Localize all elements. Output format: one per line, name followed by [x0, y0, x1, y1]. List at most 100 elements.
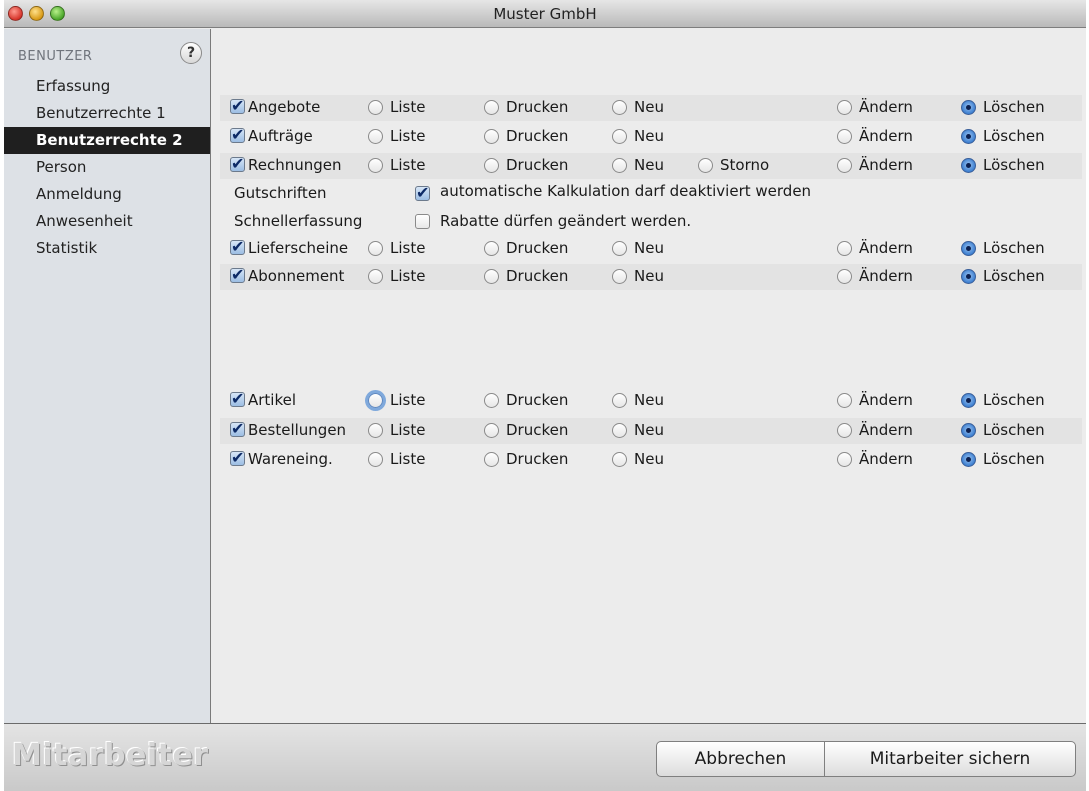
sidebar-item-person[interactable]: Person — [4, 154, 210, 181]
radio-liste[interactable] — [368, 393, 383, 408]
radio-liste-label: Liste — [390, 421, 426, 439]
radio-loeschen[interactable] — [961, 452, 976, 467]
permission-row-label: Lieferscheine — [248, 239, 349, 257]
radio-loeschen[interactable] — [961, 100, 976, 115]
help-button[interactable]: ? — [180, 42, 202, 64]
radio-drucken-label: Drucken — [506, 156, 569, 174]
permission-row-checkbox[interactable] — [230, 237, 245, 256]
radio-neu[interactable] — [612, 158, 627, 173]
bottom-bar: Mitarbeiter Abbrechen Mitarbeiter sicher… — [4, 723, 1086, 791]
radio-loeschen[interactable] — [961, 158, 976, 173]
window-title: Muster GmbH — [493, 4, 597, 23]
radio-aendern-label: Ändern — [859, 421, 913, 439]
radio-aendern-label: Ändern — [859, 156, 913, 174]
permission-row-checkbox[interactable] — [230, 125, 245, 144]
sidebar-item-anmeldung[interactable]: Anmeldung — [4, 181, 210, 208]
radio-loeschen[interactable] — [961, 269, 976, 284]
radio-liste[interactable] — [368, 158, 383, 173]
radio-loeschen-label: Löschen — [983, 450, 1045, 468]
radio-neu[interactable] — [612, 100, 627, 115]
radio-liste[interactable] — [368, 452, 383, 467]
gutschriften-label: Gutschriften — [234, 184, 327, 202]
rabatte-checkbox[interactable] — [415, 214, 430, 229]
radio-neu-label: Neu — [634, 267, 664, 285]
radio-loeschen-label: Löschen — [983, 156, 1045, 174]
permission-row-checkbox[interactable] — [230, 389, 245, 408]
radio-loeschen-label: Löschen — [983, 391, 1045, 409]
permission-row-checkbox[interactable] — [230, 154, 245, 173]
radio-loeschen-label: Löschen — [983, 98, 1045, 116]
radio-aendern-label: Ändern — [859, 391, 913, 409]
sidebar-item-benutzerrechte-2[interactable]: Benutzerrechte 2 — [4, 127, 210, 154]
radio-neu[interactable] — [612, 423, 627, 438]
radio-drucken-label: Drucken — [506, 239, 569, 257]
radio-loeschen[interactable] — [961, 423, 976, 438]
permission-row: Angebote Liste Drucken Neu Ändern Löschen — [220, 95, 1082, 121]
radio-aendern[interactable] — [837, 452, 852, 467]
radio-aendern[interactable] — [837, 269, 852, 284]
radio-drucken[interactable] — [484, 129, 499, 144]
sidebar-item-erfassung[interactable]: Erfassung — [4, 73, 210, 100]
radio-neu-label: Neu — [634, 450, 664, 468]
radio-neu[interactable] — [612, 393, 627, 408]
sidebar: BENUTZER ? Erfassung Benutzerrechte 1 Be… — [4, 29, 211, 723]
radio-neu[interactable] — [612, 269, 627, 284]
radio-loeschen[interactable] — [961, 129, 976, 144]
radio-drucken-label: Drucken — [506, 98, 569, 116]
permission-row: Artikel Liste Drucken Neu Ändern Löschen — [220, 388, 1082, 414]
permission-row-checkbox[interactable] — [230, 265, 245, 284]
radio-neu[interactable] — [612, 129, 627, 144]
permission-row-checkbox[interactable] — [230, 419, 245, 438]
radio-neu[interactable] — [612, 452, 627, 467]
permission-row: Rechnungen Liste Drucken Neu Storno Ändern Lös… — [220, 153, 1082, 179]
radio-loeschen[interactable] — [961, 241, 976, 256]
radio-liste[interactable] — [368, 269, 383, 284]
radio-loeschen[interactable] — [961, 393, 976, 408]
sidebar-item-benutzerrechte-1[interactable]: Benutzerrechte 1 — [4, 100, 210, 127]
radio-drucken[interactable] — [484, 269, 499, 284]
radio-liste-label: Liste — [390, 239, 426, 257]
sidebar-item-anwesenheit[interactable]: Anwesenheit — [4, 208, 210, 235]
radio-aendern[interactable] — [837, 100, 852, 115]
radio-aendern-label: Ändern — [859, 239, 913, 257]
radio-drucken[interactable] — [484, 241, 499, 256]
schnellerfassung-label: Schnellerfassung — [234, 212, 363, 230]
permission-row-label: Aufträge — [248, 127, 313, 145]
radio-neu[interactable] — [612, 241, 627, 256]
radio-loeschen-label: Löschen — [983, 421, 1045, 439]
radio-liste[interactable] — [368, 423, 383, 438]
radio-neu-label: Neu — [634, 156, 664, 174]
permission-row: Aufträge Liste Drucken Neu Ändern Löschen — [220, 124, 1082, 150]
radio-drucken[interactable] — [484, 423, 499, 438]
radio-aendern[interactable] — [837, 158, 852, 173]
radio-aendern[interactable] — [837, 129, 852, 144]
radio-loeschen-label: Löschen — [983, 267, 1045, 285]
sidebar-header: BENUTZER — [18, 49, 93, 64]
radio-aendern-label: Ändern — [859, 450, 913, 468]
radio-storno[interactable] — [698, 158, 713, 173]
cancel-button[interactable]: Abbrechen — [656, 741, 825, 777]
auto-kalkulation-checkbox[interactable] — [415, 183, 430, 202]
permission-row: Wareneing. Liste Drucken Neu Ändern Löschen — [220, 447, 1082, 473]
radio-liste[interactable] — [368, 241, 383, 256]
radio-aendern[interactable] — [837, 423, 852, 438]
radio-liste-label: Liste — [390, 267, 426, 285]
permission-row-checkbox[interactable] — [230, 96, 245, 115]
save-employee-button[interactable]: Mitarbeiter sichern — [824, 741, 1076, 777]
radio-drucken[interactable] — [484, 452, 499, 467]
sidebar-item-statistik[interactable]: Statistik — [4, 235, 210, 262]
radio-liste[interactable] — [368, 129, 383, 144]
radio-drucken[interactable] — [484, 393, 499, 408]
radio-drucken[interactable] — [484, 158, 499, 173]
radio-aendern[interactable] — [837, 241, 852, 256]
zoom-window-button[interactable] — [50, 6, 65, 21]
radio-aendern[interactable] — [837, 393, 852, 408]
close-window-button[interactable] — [8, 6, 23, 21]
radio-liste[interactable] — [368, 100, 383, 115]
minimize-window-button[interactable] — [29, 6, 44, 21]
permission-row-checkbox[interactable] — [230, 448, 245, 467]
radio-drucken[interactable] — [484, 100, 499, 115]
brand-label: Mitarbeiter — [12, 738, 209, 773]
permission-row-label: Rechnungen — [248, 156, 342, 174]
radio-aendern-label: Ändern — [859, 98, 913, 116]
